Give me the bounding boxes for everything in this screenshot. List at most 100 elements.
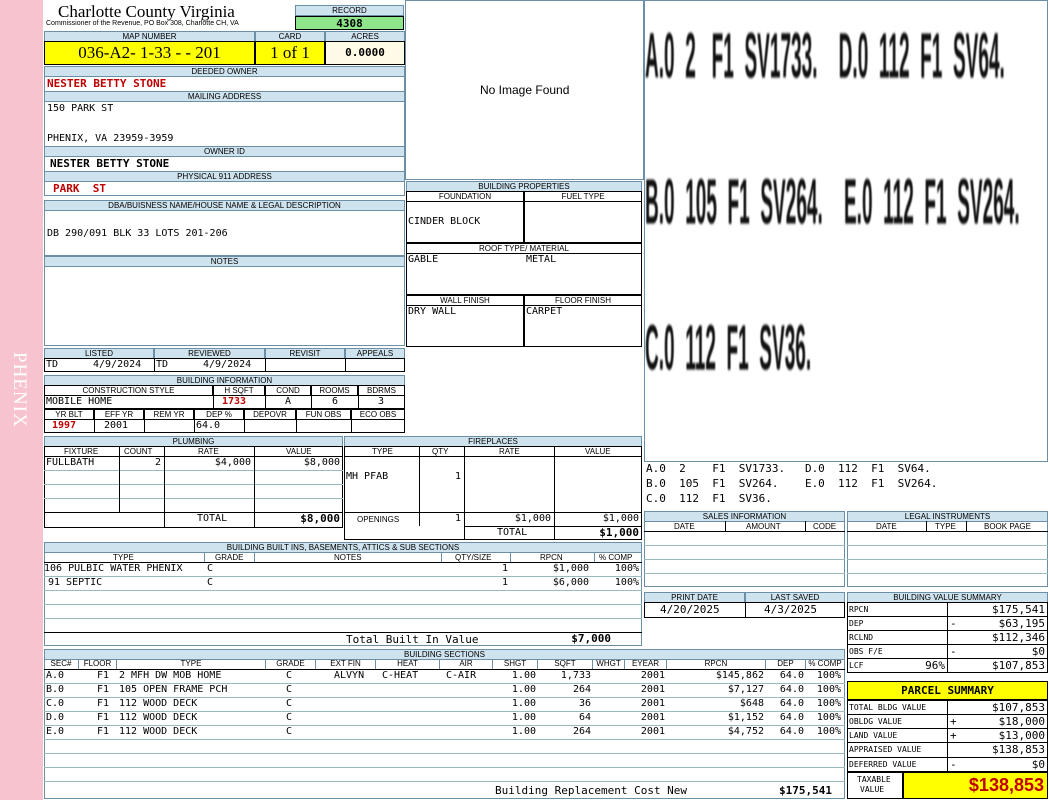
section-cell: 100%	[816, 712, 841, 723]
sections-col-header: TYPE	[117, 659, 266, 669]
section-cell: 100%	[816, 670, 841, 681]
fireplaces-col-type: TYPE	[372, 447, 393, 456]
section-cell: 112 WOOD DECK	[119, 698, 198, 709]
section-cell: C	[286, 684, 293, 695]
no-image-text: No Image Found	[480, 83, 570, 97]
record-value: 4308	[295, 16, 404, 30]
section-cell: 2001	[640, 726, 665, 737]
roof-material: METAL	[526, 254, 557, 265]
sections-col-header: RPCN	[667, 659, 766, 669]
floor-finish: CARPET	[526, 306, 563, 317]
section-cell: 1.00	[511, 726, 536, 737]
sections-col-header: WHGT	[593, 659, 625, 669]
section-cell: 264	[572, 684, 591, 695]
fireplaces-col-value: VALUE	[585, 447, 611, 456]
section-cell: 36	[578, 698, 591, 709]
section-cell: C	[286, 698, 293, 709]
sketch-line: B.0 105 F1 SV264. E.0 112 F1 SV264.	[645, 166, 1020, 238]
rule	[44, 470, 343, 471]
section-cell: F1	[97, 726, 110, 737]
section-cell: ALVYN	[334, 670, 365, 681]
parcel-value: $138,853	[992, 743, 1045, 756]
county-subtitle: Commissioner of the Revenue, PO Box 308,…	[46, 20, 239, 27]
builtins-col-grade: GRADE	[215, 553, 244, 562]
section-cell: C.0	[46, 698, 65, 709]
listed-by: TD	[46, 359, 59, 370]
summary-value: $175,541	[992, 603, 1045, 616]
section-cell: $145,862	[715, 670, 764, 681]
sections-col-header: EYEAR	[625, 659, 667, 669]
summary-key: RCLND	[849, 633, 874, 642]
section-cell: 2 MFH DW MOB HOME	[119, 670, 222, 681]
plumbing-value: $8,000	[303, 457, 340, 468]
section-cell: 64.0	[779, 698, 804, 709]
summary-value: $107,853	[992, 659, 1045, 672]
sketch-legend-line: A.0 2 F1 SV1733. D.0 112 F1 SV64.	[646, 462, 931, 475]
openings-rate: $1,000	[514, 513, 551, 524]
parcel-value: $107,853	[992, 701, 1045, 714]
legal-text: DB 290/091 BLK 33 LOTS 201-206	[47, 228, 228, 239]
builtin-type: 91 SEPTIC	[48, 577, 103, 588]
bdrms-value: 3	[378, 396, 385, 407]
section-cell: 105 OPEN FRAME PCH	[119, 684, 228, 695]
fireplace-total: $1,000	[599, 526, 639, 539]
summary-value: $112,346	[992, 631, 1045, 644]
sections-col-header: SEC#	[44, 659, 79, 669]
section-cell: 1,733	[560, 670, 591, 681]
divider	[194, 419, 195, 433]
rule	[44, 484, 343, 485]
divider	[510, 552, 511, 562]
parcel-sign: -	[950, 758, 957, 771]
openings-value: $1,000	[602, 513, 639, 524]
sections-col-header: FLOOR	[79, 659, 117, 669]
builtin-comp: 100%	[614, 563, 639, 574]
summary-sign: -	[950, 645, 957, 658]
foundation-value: CINDER BLOCK	[408, 216, 481, 227]
divider	[745, 602, 746, 618]
side-bar: PHENIX	[0, 0, 43, 800]
divider	[213, 395, 214, 409]
roof-type: GABLE	[408, 254, 439, 265]
parcel-value: $13,000	[998, 729, 1045, 742]
cond-value: A	[285, 396, 292, 407]
section-cell: $7,127	[727, 684, 764, 695]
section-cell: F1	[97, 712, 110, 723]
acres-value: 0.0000	[325, 41, 405, 65]
fuel-cell	[524, 201, 642, 243]
section-cell: C	[286, 670, 293, 681]
section-cell: 64.0	[779, 726, 804, 737]
legal-col-date: DATE	[876, 522, 897, 531]
wall-finish: DRY WALL	[408, 306, 457, 317]
section-cell: E.0	[46, 726, 65, 737]
plumbing-rate: $4,000	[214, 457, 251, 468]
fireplace-total-label: TOTAL	[497, 527, 528, 538]
parcel-key: LAND VALUE	[849, 731, 898, 740]
summary-key: RPCN	[849, 605, 869, 614]
rule	[44, 498, 343, 499]
parcel-key: APPRAISED VALUE	[849, 745, 922, 754]
section-cell: 100%	[816, 684, 841, 695]
plumbing-col-count: COUNT	[124, 447, 153, 456]
builtin-rpcn: $6,000	[552, 577, 589, 588]
summary-value: $63,195	[998, 617, 1045, 630]
sketch-legend-line: B.0 105 F1 SV264. E.0 112 F1 SV264.	[646, 477, 938, 490]
builtins-col-rpcn: RPCN	[540, 553, 563, 562]
divider	[265, 395, 266, 409]
divider	[725, 521, 726, 531]
parcel-value: $18,000	[998, 715, 1045, 728]
divider	[94, 419, 95, 433]
rule	[344, 456, 642, 457]
reviewed-date: 4/9/2024	[203, 359, 252, 370]
rule	[44, 739, 845, 740]
divider	[144, 419, 145, 433]
divider	[351, 419, 352, 433]
builtin-comp: 100%	[614, 577, 639, 588]
sales-col-date: DATE	[674, 522, 695, 531]
section-cell: 100%	[816, 698, 841, 709]
section-cell: F1	[97, 670, 110, 681]
openings-qty: 1	[454, 513, 461, 524]
divider	[947, 602, 948, 673]
parcel-key: TOTAL BLDG VALUE	[849, 703, 927, 712]
divider	[926, 521, 927, 531]
builtin-qty: 1	[501, 577, 508, 588]
